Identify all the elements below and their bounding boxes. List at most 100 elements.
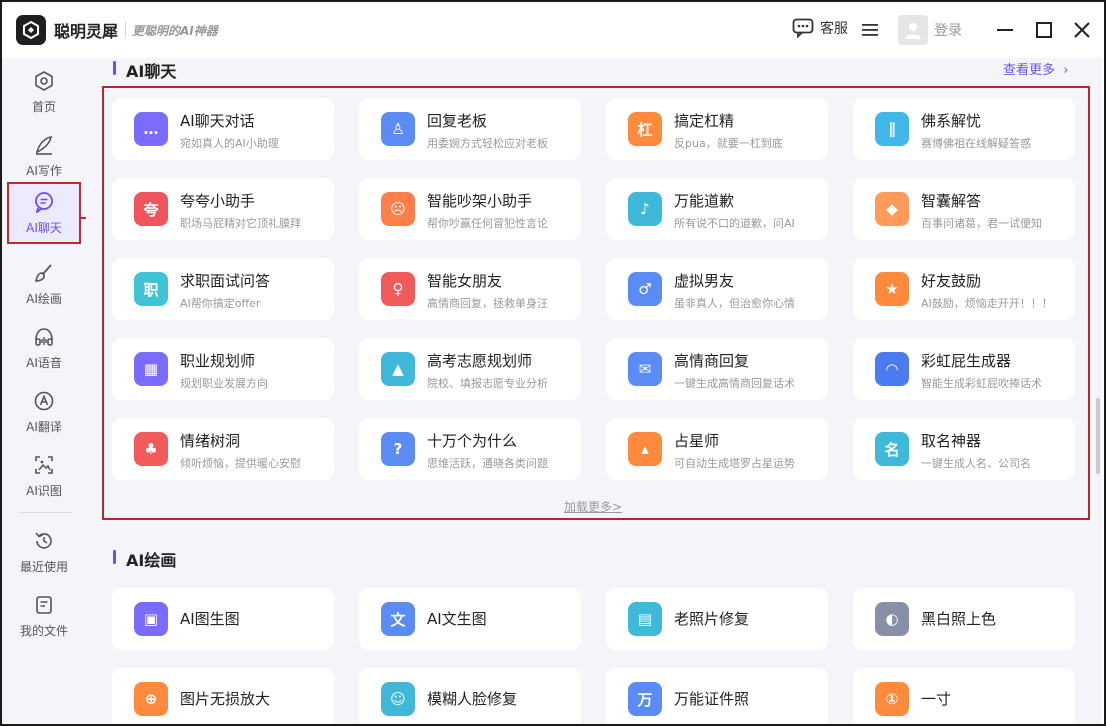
feature-card[interactable]: ⊕ 图片无损放大 [112, 668, 334, 724]
pen-icon [35, 136, 52, 155]
feature-card-desc: 倾听烦恼，提供暖心安慰 [180, 457, 301, 470]
sidebar-item-label: AI聊天 [26, 221, 62, 235]
tree-icon: ♣ [134, 432, 168, 466]
one-inch-photo-icon: ① [875, 682, 909, 716]
feature-card-desc: 赛博佛祖在线解疑答惑 [921, 137, 1031, 150]
feature-card[interactable]: ◆ 智囊解答 百事问诸葛，君一试便知 [853, 178, 1075, 240]
login-button[interactable]: 登录 [898, 15, 962, 45]
sidebar-item-label: AI翻译 [26, 420, 62, 434]
sidebar-item-chat[interactable]: AI聊天 [7, 182, 81, 244]
section-title-chat: AI聊天 [126, 62, 177, 81]
feature-card[interactable]: ☹ 智能吵架小助手 帮你吵赢任何冒犯性言论 [359, 178, 581, 240]
app-name: 聪明灵犀 [54, 22, 119, 41]
sidebar-item-writing[interactable]: AI写作 [2, 128, 86, 184]
sidebar: 首页 AI写作 AI聊天 AI绘画 AI语音 AI翻译 AI识图 最近使用 我的… [2, 58, 86, 724]
feature-card-desc: 思维活跃，通晓各类问题 [427, 457, 548, 470]
feature-card[interactable]: ♪ 万能道歉 所有说不口的道歉，问AI [606, 178, 828, 240]
feature-card[interactable]: 杠搞定杠精 反pua，就要一杠到底 [606, 98, 828, 160]
sidebar-item-recent[interactable]: 最近使用 [2, 524, 86, 580]
sidebar-item-label: AI识图 [26, 484, 62, 498]
feature-card-title: 智能吵架小助手 [427, 192, 533, 210]
view-more-link[interactable]: 查看更多 › [1003, 59, 1069, 78]
feature-card[interactable]: 文 AI文生图 [359, 588, 581, 650]
feature-card-title: 佛系解忧 [921, 112, 982, 130]
sidebar-item-label: AI绘画 [26, 292, 62, 306]
feature-card[interactable]: ▲ 高考志愿规划师 院校、填报志愿专业分析 [359, 338, 581, 400]
close-button[interactable] [1071, 19, 1093, 41]
sidebar-item-painting[interactable]: AI绘画 [2, 256, 86, 312]
feature-card[interactable]: ♣ 情绪树洞倾听烦恼，提供暖心安慰 [112, 418, 334, 480]
feature-card[interactable]: ♙ 回复老板 用委婉方式轻松应对老板 [359, 98, 581, 160]
sidebar-item-image-recognition[interactable]: AI识图 [2, 448, 86, 504]
message-icon: ✉ [628, 352, 662, 386]
feature-card-desc: 反pua，就要一杠到底 [674, 137, 783, 150]
bag-icon: ◆ [875, 192, 909, 226]
feature-card[interactable]: ▴ 占星师 可自动生成塔罗占星运势 [606, 418, 828, 480]
app-slogan: 更聪明的AI神器 [132, 24, 218, 38]
feature-card[interactable]: … AI聊天对话 宛如真人的AI小助理 [112, 98, 334, 160]
close-icon [1074, 22, 1090, 38]
bar-icon: 杠 [628, 112, 662, 146]
feature-card[interactable]: ◠ 彩虹屁生成器 智能生成彩虹屁吹捧话术 [853, 338, 1075, 400]
feature-card[interactable]: ◐ 黑白照上色 [853, 588, 1075, 650]
feature-card-title: 回复老板 [427, 112, 488, 130]
sidebar-item-my-files[interactable]: 我的文件 [2, 588, 86, 644]
feature-card-title: 万能证件照 [674, 690, 750, 708]
sidebar-item-label: AI语音 [26, 356, 62, 370]
feature-card[interactable]: ? 十万个为什么 思维活跃，通晓各类问题 [359, 418, 581, 480]
rainbow-icon: ◠ [875, 352, 909, 386]
feature-card-desc: 帮你吵赢任何冒犯性言论 [427, 217, 548, 230]
image-scan-icon [35, 456, 53, 474]
chat-icon [35, 192, 53, 213]
buddha-icon: ∥ [875, 112, 909, 146]
login-label: 登录 [934, 23, 962, 39]
feature-card-title: 模糊人脸修复 [427, 690, 518, 708]
feature-card-title: 万能道歉 [674, 192, 735, 210]
praise-icon: 夸 [134, 192, 168, 226]
maximize-button[interactable] [1033, 19, 1055, 41]
question-head-icon: ? [381, 432, 415, 466]
image-to-image-icon: ▣ [134, 602, 168, 636]
menu-button[interactable] [862, 22, 878, 41]
feature-card[interactable]: ① 一寸 [853, 668, 1075, 724]
feature-card[interactable]: ♀ 智能女朋友高情商回复，拯救单身汪 [359, 258, 581, 320]
wizard-hat-icon: ▴ [628, 432, 662, 466]
sidebar-item-home[interactable]: 首页 [2, 64, 86, 120]
headphones-icon [35, 328, 53, 346]
feature-card-title: 智能女朋友 [427, 272, 503, 290]
section-accent-bar [113, 550, 116, 564]
boss-icon: ♙ [381, 112, 415, 146]
feature-card[interactable]: ✉ 高情商回复 一键生成高情商回复话术 [606, 338, 828, 400]
feature-card[interactable]: ▤ 老照片修复 [606, 588, 828, 650]
feature-card-title: 情绪树洞 [180, 432, 241, 450]
customer-service-button[interactable]: 客服 [792, 18, 848, 38]
feature-card-desc: 一键生成高情商回复话术 [674, 377, 795, 390]
feature-card-desc: 院校、填报志愿专业分析 [427, 377, 548, 390]
feature-card[interactable]: ★ 好友鼓励 AI鼓励，烦恼走开开！！！ [853, 258, 1075, 320]
minimize-button[interactable] [994, 19, 1016, 41]
feature-card[interactable]: 万万能证件照 [606, 668, 828, 724]
feature-card[interactable]: ☺ 模糊人脸修复 [359, 668, 581, 724]
feature-card[interactable]: 夸夸夸小助手 职场马屁精对它顶礼膜拜 [112, 178, 334, 240]
scrollbar-thumb[interactable] [1096, 398, 1100, 474]
feature-card-desc: 所有说不口的道歉，问AI [674, 217, 795, 230]
feature-card-desc: 智能生成彩虹屁吹捧话术 [921, 377, 1042, 390]
feature-card[interactable]: ∥ 佛系解忧赛博佛祖在线解疑答惑 [853, 98, 1075, 160]
feature-card[interactable]: 职求职面试问答 AI帮你搞定offer [112, 258, 334, 320]
sidebar-item-translate[interactable]: AI翻译 [2, 384, 86, 440]
feature-card-desc: AI鼓励，烦恼走开开！！！ [921, 297, 1053, 310]
load-more-link[interactable]: 加载更多> [564, 498, 622, 515]
girlfriend-icon: ♀ [381, 272, 415, 306]
feature-card-desc: AI帮你搞定offer [180, 297, 261, 310]
feature-card-title: 一寸 [921, 690, 952, 708]
feature-card[interactable]: ▦ 职业规划师 规划职业发展方向 [112, 338, 334, 400]
graduation-cap-icon: ▲ [381, 352, 415, 386]
app-window: 聪明灵犀 更聪明的AI神器 客服 登录 首页 AI写作 AI聊天 AI绘画 AI… [0, 0, 1106, 726]
feature-card-desc: 高情商回复，拯救单身汪 [427, 297, 548, 310]
feature-card[interactable]: 名取名神器 一键生成人名、公司名 [853, 418, 1075, 480]
feature-card-title: 占星师 [674, 432, 720, 450]
calendar-icon: ▦ [134, 352, 168, 386]
feature-card[interactable]: ♂ 虚拟男友 虽非真人，但治愈你心情 [606, 258, 828, 320]
sidebar-item-voice[interactable]: AI语音 [2, 320, 86, 376]
feature-card[interactable]: ▣ AI图生图 [112, 588, 334, 650]
